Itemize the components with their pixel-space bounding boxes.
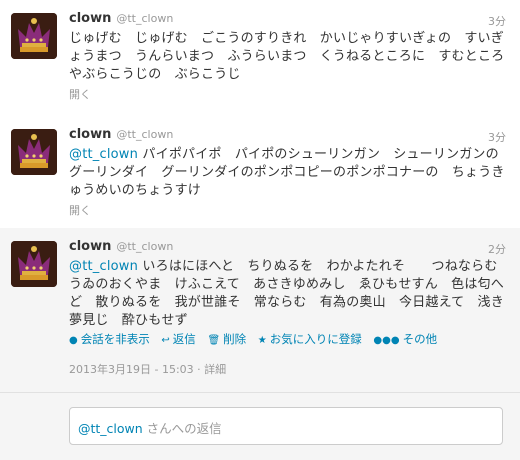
user-name[interactable]: clown @tt_clown — [69, 127, 173, 142]
expand-link[interactable]: 開く — [69, 86, 91, 102]
tweet-time[interactable]: 3分 — [488, 13, 506, 29]
timestamp[interactable]: 2013年3月19日 - 15:03 — [69, 363, 194, 376]
tweet-1[interactable]: clown @tt_clown 3分 じゅげむ じゅげむ ごこうのすりきれ かいじ… — [0, 0, 520, 117]
delete-button[interactable]: 🗑 削除 — [207, 332, 246, 346]
reply-placeholder: さんへの返信 — [142, 421, 222, 436]
user-handle[interactable]: @tt_clown — [116, 128, 173, 141]
tweet-meta: 2013年3月19日 - 15:03 · 詳細 — [69, 361, 226, 377]
dots-icon: ●●● — [373, 335, 400, 346]
reply-input[interactable]: @tt_clown さんへの返信 — [69, 407, 503, 445]
reply-button[interactable]: ↩ 返信 — [161, 332, 195, 346]
more-label: その他 — [402, 332, 438, 346]
trash-icon: 🗑 — [207, 335, 221, 346]
crown-avatar-icon — [11, 241, 57, 287]
display-name[interactable]: clown — [69, 239, 111, 254]
reply-area: @tt_clown さんへの返信 — [0, 393, 520, 460]
tweet-text: @tt_clown いろはにほへと ちりぬるを わかよたれそ つねならむ うゐの… — [69, 258, 511, 330]
avatar[interactable] — [11, 241, 57, 287]
tweet-text: じゅげむ じゅげむ ごこうのすりきれ かいじゃりすいぎょの すいぎょうまつ うん… — [69, 31, 518, 82]
avatar[interactable] — [11, 13, 57, 59]
more-button[interactable]: ●●● その他 — [373, 332, 437, 346]
hide-conversation-button[interactable]: ● 会話を非表示 — [69, 332, 150, 346]
reply-arrow-icon: ↩ — [161, 335, 170, 346]
tweet-3-expanded[interactable]: clown @tt_clown 2分 @tt_clown いろはにほへと ちりぬる… — [0, 228, 520, 393]
tweet-time[interactable]: 3分 — [488, 129, 506, 145]
mention-link[interactable]: @tt_clown — [69, 147, 138, 162]
reply-mention: @tt_clown — [78, 421, 143, 436]
tweet-time[interactable]: 2分 — [488, 241, 506, 257]
user-name[interactable]: clown @tt_clown — [69, 239, 173, 254]
star-icon: ★ — [257, 335, 267, 346]
crown-avatar-icon — [11, 13, 57, 59]
display-name[interactable]: clown — [69, 11, 111, 26]
delete-label: 削除 — [223, 332, 247, 346]
favorite-label: お気に入りに登録 — [269, 332, 362, 346]
user-handle[interactable]: @tt_clown — [116, 240, 173, 253]
display-name[interactable]: clown — [69, 127, 111, 142]
tweet-2[interactable]: clown @tt_clown 3分 @tt_clown パイポパイポ パイポのシ… — [0, 116, 520, 229]
expand-link[interactable]: 開く — [69, 202, 91, 218]
meta-separator: · — [193, 363, 205, 376]
mention-link[interactable]: @tt_clown — [69, 259, 138, 274]
tweet-actions: ● 会話を非表示 ↩ 返信 🗑 削除 ★ お気に入りに登録 ●●● その他 — [69, 331, 445, 347]
tweet-text: @tt_clown パイポパイポ パイポのシューリンガン シューリンガンのグーリ… — [69, 146, 509, 200]
favorite-button[interactable]: ★ お気に入りに登録 — [258, 332, 362, 346]
avatar[interactable] — [11, 129, 57, 175]
speech-bubble-icon: ● — [69, 335, 78, 346]
hide-conversation-label: 会話を非表示 — [80, 332, 150, 346]
user-name[interactable]: clown @tt_clown — [69, 11, 173, 26]
reply-label: 返信 — [172, 332, 196, 346]
crown-avatar-icon — [11, 129, 57, 175]
details-link[interactable]: 詳細 — [204, 363, 226, 376]
user-handle[interactable]: @tt_clown — [116, 12, 173, 25]
